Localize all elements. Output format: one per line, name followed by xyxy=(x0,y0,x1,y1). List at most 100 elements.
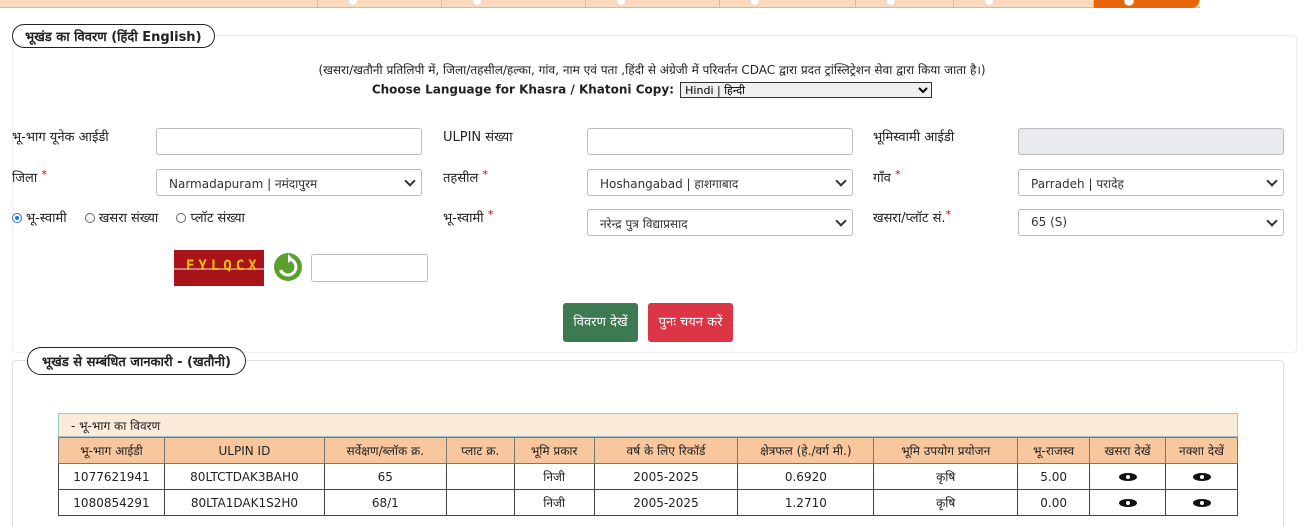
search-type-radios: भू-स्वामी खसरा संख्या प्लॉट संख्या xyxy=(12,208,259,226)
col-header: भूमि प्रकार xyxy=(513,437,595,464)
land-records-table: भू-भाग आईडी ULPIN ID सर्वेक्षण/ब्लॉक क्र… xyxy=(58,437,1238,516)
step-3[interactable] xyxy=(442,0,586,8)
table-cell xyxy=(445,489,515,516)
view-details-button[interactable]: विवरण देखें xyxy=(563,303,638,342)
lang-hindi-link[interactable]: (हिंदी xyxy=(111,30,137,45)
table-header-row: भू-भाग आईडी ULPIN ID सर्वेक्षण/ब्लॉक क्र… xyxy=(58,437,1238,464)
district-select[interactable]: Narmadapuram | नमंदापुरम xyxy=(156,169,422,196)
refresh-captcha-icon[interactable] xyxy=(272,251,304,283)
step-dot-icon xyxy=(886,0,896,6)
step-2[interactable] xyxy=(318,0,442,8)
progress-steps xyxy=(0,0,1200,8)
owner-id-label: भूमिस्वामी आईडी xyxy=(873,130,955,145)
owner-label: भू-स्वामी * xyxy=(443,208,494,226)
table-cell: 5.00 xyxy=(1017,463,1091,490)
step-dot-icon xyxy=(1124,0,1134,6)
step-4[interactable] xyxy=(586,0,720,8)
radio-plot[interactable]: प्लॉट संख्या xyxy=(176,208,245,226)
step-dot-icon xyxy=(984,0,994,6)
legend-title: भूखंड का विवरण xyxy=(25,30,107,45)
view-khasra-eye-icon[interactable] xyxy=(1118,499,1137,507)
view-map-cell xyxy=(1165,463,1238,490)
unique-id-label: भू-भाग यूनेक आईडी xyxy=(12,130,109,145)
view-map-cell xyxy=(1165,489,1238,516)
radio-unchecked-icon xyxy=(84,212,95,223)
col-header: वर्ष के लिए रिकॉर्ड xyxy=(593,437,739,464)
language-select[interactable]: Hindi | हिन्दी xyxy=(680,82,933,98)
district-label: जिला * xyxy=(12,168,47,186)
khasra-label: खसरा/प्लॉट सं.* xyxy=(873,208,952,226)
table-row: 1077621941 80LTCTDAK3BAH0 65 निजी 2005-2… xyxy=(58,463,1238,490)
khatoni-legend: भूखंड से सम्बंधित जानकारी - (खतौनी) xyxy=(27,347,246,375)
land-details-legend: भूखंड का विवरण (हिंदी English) xyxy=(12,24,215,48)
lang-english-link[interactable]: English) xyxy=(142,30,201,45)
table-cell: 1077621941 xyxy=(58,463,165,490)
unique-id-input[interactable] xyxy=(156,128,422,155)
step-1[interactable] xyxy=(0,0,318,8)
view-map-eye-icon[interactable] xyxy=(1192,499,1211,507)
chevron-down-icon xyxy=(835,175,847,187)
table-cell: 80LTA1DAK1S2H0 xyxy=(163,489,325,516)
radio-checked-icon xyxy=(12,212,22,223)
table-cell: कृषि xyxy=(873,489,1019,516)
step-dot-icon xyxy=(472,0,482,6)
view-khasra-eye-icon[interactable] xyxy=(1118,473,1137,481)
view-khasra-cell xyxy=(1089,463,1166,490)
radio-owner[interactable]: भू-स्वामी xyxy=(12,208,67,226)
tehsil-label: तहसील * xyxy=(443,168,488,186)
col-header: खसरा देखें xyxy=(1089,437,1166,464)
table-cell: 0.6920 xyxy=(737,463,875,490)
chevron-down-icon xyxy=(1266,175,1278,187)
table-cell: 68/1 xyxy=(323,489,447,516)
step-8-active[interactable] xyxy=(1094,0,1200,8)
step-dot-icon xyxy=(616,0,626,6)
col-header: भू-राजस्व xyxy=(1017,437,1091,464)
table-cell: कृषि xyxy=(873,463,1019,490)
col-header: प्लाट क्र. xyxy=(445,437,515,464)
col-header: क्षेत्रफल (हे./वर्ग मी.) xyxy=(737,437,875,464)
khasra-select[interactable]: 65 (S) xyxy=(1018,209,1284,236)
table-cell: 1080854291 xyxy=(58,489,165,516)
village-select[interactable]: Parradeh | परादेह xyxy=(1018,169,1284,196)
col-header: ULPIN ID xyxy=(163,437,325,464)
chevron-down-icon xyxy=(1266,215,1278,227)
table-caption: - भू-भाग का विवरण xyxy=(58,413,1238,437)
table-row: 1080854291 80LTA1DAK1S2H0 68/1 निजी 2005… xyxy=(58,489,1238,516)
col-header: भूमि उपयोग प्रयोजन xyxy=(873,437,1019,464)
radio-khasra[interactable]: खसरा संख्या xyxy=(84,208,158,226)
chevron-down-icon xyxy=(835,215,847,227)
table-cell: निजी xyxy=(513,463,595,490)
table-cell xyxy=(445,463,515,490)
step-dot-icon xyxy=(348,0,358,6)
step-6[interactable] xyxy=(856,0,954,8)
table-cell: 80LTCTDAK3BAH0 xyxy=(163,463,325,490)
table-cell: 2005-2025 xyxy=(593,489,739,516)
captcha-text: FYLQCX xyxy=(186,258,261,274)
ulpin-input[interactable] xyxy=(587,128,853,155)
ulpin-label: ULPIN संख्या xyxy=(443,130,513,145)
col-header: नक्शा देखें xyxy=(1165,437,1238,464)
table-cell: 65 xyxy=(323,463,447,490)
col-header: भू-भाग आईडी xyxy=(58,437,165,464)
village-label: गाँव * xyxy=(873,168,901,186)
radio-unchecked-icon xyxy=(176,212,187,223)
tehsil-select[interactable]: Hoshangabad | हाशगाबाद xyxy=(587,169,853,196)
step-dot-icon xyxy=(750,0,760,6)
table-cell: 0.00 xyxy=(1017,489,1091,516)
table-cell: 2005-2025 xyxy=(593,463,739,490)
captcha-input[interactable] xyxy=(311,254,428,282)
chevron-down-icon xyxy=(404,175,416,187)
language-chooser: Choose Language for Khasra / Khatoni Cop… xyxy=(0,82,1304,98)
step-7[interactable] xyxy=(954,0,1094,8)
table-cell: 1.2710 xyxy=(737,489,875,516)
table-cell: निजी xyxy=(513,489,595,516)
view-khasra-cell xyxy=(1089,489,1166,516)
reset-button[interactable]: पुनः चयन करें xyxy=(648,303,733,342)
language-label: Choose Language for Khasra / Khatoni Cop… xyxy=(371,82,674,97)
owner-select[interactable]: नरेन्द्र पुत्र विद्याप्रसाद xyxy=(587,209,853,236)
step-5[interactable] xyxy=(720,0,856,8)
transliteration-note: (खसरा/खतौनी प्रतिलिपी में, जिला/तहसील/हल… xyxy=(318,63,986,77)
captcha-image: FYLQCX xyxy=(174,250,264,286)
view-map-eye-icon[interactable] xyxy=(1192,473,1211,481)
col-header: सर्वेक्षण/ब्लॉक क्र. xyxy=(323,437,447,464)
